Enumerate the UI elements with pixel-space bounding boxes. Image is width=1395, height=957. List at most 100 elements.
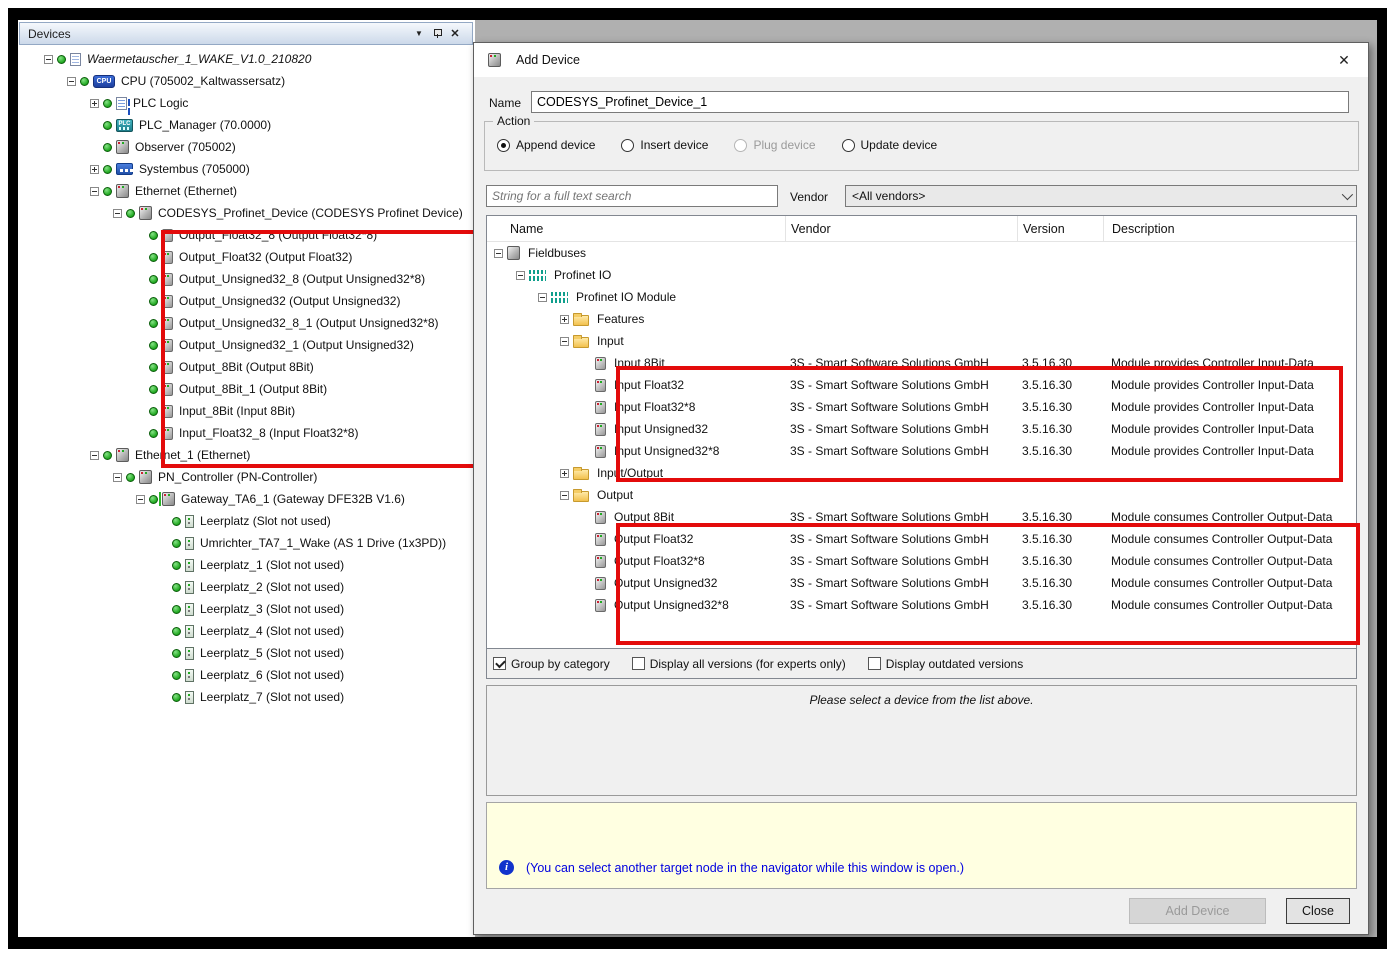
tree-item[interactable]: Input_Float32_8 (Input Float32*8): [20, 422, 473, 444]
expand-toggle[interactable]: [560, 491, 569, 500]
tree-item[interactable]: Output_Unsigned32_8_1 (Output Unsigned32…: [20, 312, 473, 334]
expand-toggle[interactable]: [560, 337, 569, 346]
tree-item[interactable]: Leerplatz_3 (Slot not used): [20, 598, 473, 620]
row-name-label: Output Unsigned32*8: [614, 598, 729, 612]
table-row[interactable]: Profinet IO: [487, 264, 1356, 286]
tree-item[interactable]: Ethernet_1 (Ethernet): [20, 444, 473, 466]
tree-item[interactable]: CODESYS_Profinet_Device (CODESYS Profine…: [20, 202, 473, 224]
add-device-button[interactable]: Add Device: [1129, 898, 1266, 924]
expand-toggle[interactable]: [538, 293, 547, 302]
status-dot: [103, 187, 112, 196]
radio-append-device[interactable]: Append device: [497, 138, 595, 152]
radio-label: Append device: [516, 138, 595, 152]
expand-toggle[interactable]: [136, 495, 145, 504]
cell-name: Input/Output: [487, 466, 785, 480]
table-row[interactable]: Fieldbuses: [487, 242, 1356, 264]
status-dot: [172, 539, 181, 548]
tree-item[interactable]: Output_Float32 (Output Float32): [20, 246, 473, 268]
checkbox-display-all-versions-for-experts-only-[interactable]: Display all versions (for experts only): [632, 657, 846, 671]
expand-toggle[interactable]: [90, 165, 99, 174]
expand-toggle[interactable]: [90, 99, 99, 108]
search-input[interactable]: [486, 185, 778, 207]
cell-description: Module consumes Controller Output-Data: [1103, 576, 1356, 590]
expand-toggle[interactable]: [494, 249, 503, 258]
table-row[interactable]: Input Unsigned323S - Smart Software Solu…: [487, 418, 1356, 440]
expand-toggle[interactable]: [516, 271, 525, 280]
expand-toggle[interactable]: [113, 473, 122, 482]
module-icon: [162, 383, 173, 396]
table-row[interactable]: Features: [487, 308, 1356, 330]
close-button[interactable]: Close: [1286, 898, 1350, 924]
tree-item[interactable]: Waermetauscher_1_WAKE_V1.0_210820: [20, 48, 473, 70]
tree-item[interactable]: PLC_Manager (70.0000): [20, 114, 473, 136]
table-row[interactable]: Output Unsigned32*83S - Smart Software S…: [487, 594, 1356, 616]
table-row[interactable]: Output: [487, 484, 1356, 506]
status-dot: [172, 583, 181, 592]
expand-toggle[interactable]: [67, 77, 76, 86]
tree-item[interactable]: Leerplatz_2 (Slot not used): [20, 576, 473, 598]
column-header-description[interactable]: Description: [1103, 216, 1356, 241]
table-row[interactable]: Input Float323S - Smart Software Solutio…: [487, 374, 1356, 396]
tree-item[interactable]: Leerplatz_4 (Slot not used): [20, 620, 473, 642]
tree-item-label: Input_Float32_8 (Input Float32*8): [179, 426, 358, 440]
pin-icon[interactable]: [428, 26, 446, 42]
column-header-version[interactable]: Version: [1017, 216, 1103, 241]
tree-item[interactable]: PN_Controller (PN-Controller): [20, 466, 473, 488]
tree-item[interactable]: Leerplatz_7 (Slot not used): [20, 686, 473, 708]
table-row[interactable]: Output Float32*83S - Smart Software Solu…: [487, 550, 1356, 572]
tree-item[interactable]: PLC Logic: [20, 92, 473, 114]
checkbox-display-outdated-versions[interactable]: Display outdated versions: [868, 657, 1023, 671]
tree-item[interactable]: Output_Float32_8 (Output Float32*8): [20, 224, 473, 246]
device-icon: [116, 140, 129, 154]
status-dot: [126, 473, 135, 482]
dialog-close-button[interactable]: ✕: [1334, 52, 1354, 69]
tree-item[interactable]: Leerplatz_1 (Slot not used): [20, 554, 473, 576]
slot-icon: [185, 625, 194, 638]
tree-item[interactable]: Systembus (705000): [20, 158, 473, 180]
module-icon: [162, 405, 173, 418]
vendor-select[interactable]: <All vendors>: [845, 185, 1357, 207]
table-row[interactable]: Input/Output: [487, 462, 1356, 484]
cell-name: Input Unsigned32*8: [487, 444, 785, 458]
tree-item[interactable]: Ethernet (Ethernet): [20, 180, 473, 202]
close-icon[interactable]: ✕: [446, 26, 464, 42]
expand-toggle[interactable]: [90, 451, 99, 460]
radio-label: Plug device: [753, 138, 815, 152]
table-row[interactable]: Input Float32*83S - Smart Software Solut…: [487, 396, 1356, 418]
tree-item[interactable]: Output_Unsigned32_1 (Output Unsigned32): [20, 334, 473, 356]
expand-toggle[interactable]: [560, 315, 569, 324]
table-row[interactable]: Output Unsigned323S - Smart Software Sol…: [487, 572, 1356, 594]
radio-insert-device[interactable]: Insert device: [621, 138, 708, 152]
expand-toggle[interactable]: [44, 55, 53, 64]
tree-item[interactable]: Umrichter_TA7_1_Wake (AS 1 Drive (1x3PD)…: [20, 532, 473, 554]
expand-toggle[interactable]: [113, 209, 122, 218]
column-header-vendor[interactable]: Vendor: [785, 216, 1017, 241]
tree-item[interactable]: Output_8Bit_1 (Output 8Bit): [20, 378, 473, 400]
tree-item[interactable]: CPU (705002_Kaltwassersatz): [20, 70, 473, 92]
table-row[interactable]: Output 8Bit3S - Smart Software Solutions…: [487, 506, 1356, 528]
column-header-name[interactable]: Name: [487, 216, 785, 241]
checkbox-group-by-category[interactable]: Group by category: [493, 657, 610, 671]
cell-name: Output 8Bit: [487, 510, 785, 524]
tree-item[interactable]: Output_Unsigned32 (Output Unsigned32): [20, 290, 473, 312]
tree-item[interactable]: Leerplatz_5 (Slot not used): [20, 642, 473, 664]
expand-toggle[interactable]: [560, 469, 569, 478]
tree-item[interactable]: Leerplatz_6 (Slot not used): [20, 664, 473, 686]
tree-item[interactable]: Leerplatz (Slot not used): [20, 510, 473, 532]
tree-item[interactable]: Gateway_TA6_1 (Gateway DFE32B V1.6): [20, 488, 473, 510]
tree-item[interactable]: Output_8Bit (Output 8Bit): [20, 356, 473, 378]
tree-item[interactable]: Observer (705002): [20, 136, 473, 158]
tree-item[interactable]: Input_8Bit (Input 8Bit): [20, 400, 473, 422]
table-row[interactable]: Output Float323S - Smart Software Soluti…: [487, 528, 1356, 550]
profinet-icon: [529, 270, 546, 281]
chevron-down-icon[interactable]: ▼: [410, 26, 428, 42]
radio-update-device[interactable]: Update device: [842, 138, 938, 152]
name-input[interactable]: [531, 91, 1349, 113]
table-row[interactable]: Profinet IO Module: [487, 286, 1356, 308]
expand-toggle[interactable]: [90, 187, 99, 196]
cell-name: Fieldbuses: [487, 246, 785, 260]
table-row[interactable]: Input 8Bit3S - Smart Software Solutions …: [487, 352, 1356, 374]
table-row[interactable]: Input: [487, 330, 1356, 352]
tree-item[interactable]: Output_Unsigned32_8 (Output Unsigned32*8…: [20, 268, 473, 290]
table-row[interactable]: Input Unsigned32*83S - Smart Software So…: [487, 440, 1356, 462]
